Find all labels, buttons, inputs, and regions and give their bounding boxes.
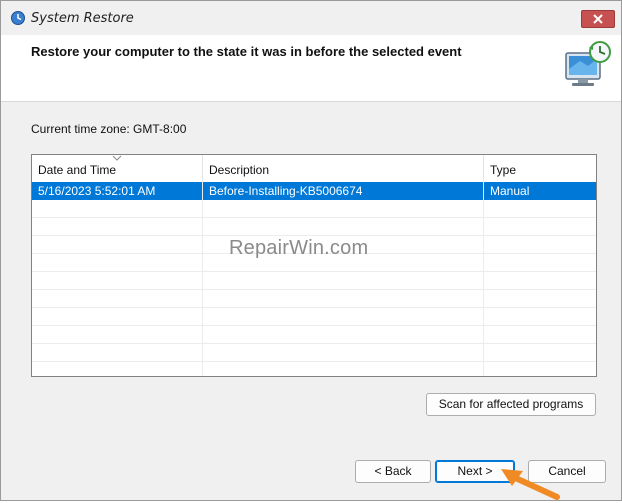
column-header-description[interactable]: Description <box>203 155 484 181</box>
column-header-date-time-label: Date and Time <box>38 163 117 177</box>
scan-affected-programs-button[interactable]: Scan for affected programs <box>426 393 596 416</box>
restore-points-list[interactable]: Date and Time Description Type 5/16/2023… <box>31 154 597 377</box>
annotation-arrow-icon <box>501 469 560 500</box>
empty-row <box>32 200 596 218</box>
column-divider <box>202 181 203 376</box>
back-button[interactable]: < Back <box>355 460 431 483</box>
list-header: Date and Time Description Type <box>32 155 596 181</box>
current-time-zone-label: Current time zone: GMT-8:00 <box>31 122 187 136</box>
close-button[interactable] <box>581 10 615 28</box>
column-divider <box>483 181 484 376</box>
system-restore-window: System Restore Restore your computer to … <box>0 0 622 501</box>
empty-row <box>32 290 596 308</box>
cell-description: Before-Installing-KB5006674 <box>209 184 363 198</box>
sort-chevron-icon <box>112 155 122 161</box>
header-panel: Restore your computer to the state it wa… <box>1 35 621 102</box>
column-header-type[interactable]: Type <box>484 155 596 181</box>
title-bar: System Restore <box>1 1 621 35</box>
empty-row <box>32 272 596 290</box>
restore-point-row[interactable]: 5/16/2023 5:52:01 AM Before-Installing-K… <box>32 182 596 200</box>
cell-date-time: 5/16/2023 5:52:01 AM <box>38 184 156 198</box>
column-header-description-label: Description <box>209 163 270 177</box>
column-header-date-time[interactable]: Date and Time <box>32 155 203 181</box>
column-header-type-label: Type <box>490 163 517 177</box>
system-restore-app-icon <box>11 11 25 25</box>
window-title: System Restore <box>31 11 134 26</box>
close-icon <box>593 14 603 24</box>
empty-row <box>32 326 596 344</box>
cell-type: Manual <box>490 184 530 198</box>
instruction-heading: Restore your computer to the state it wa… <box>31 44 462 59</box>
watermark-text: RepairWin.com <box>229 237 369 259</box>
system-restore-monitor-icon <box>565 41 611 86</box>
empty-row <box>32 344 596 362</box>
empty-row <box>32 308 596 326</box>
empty-row <box>32 218 596 236</box>
